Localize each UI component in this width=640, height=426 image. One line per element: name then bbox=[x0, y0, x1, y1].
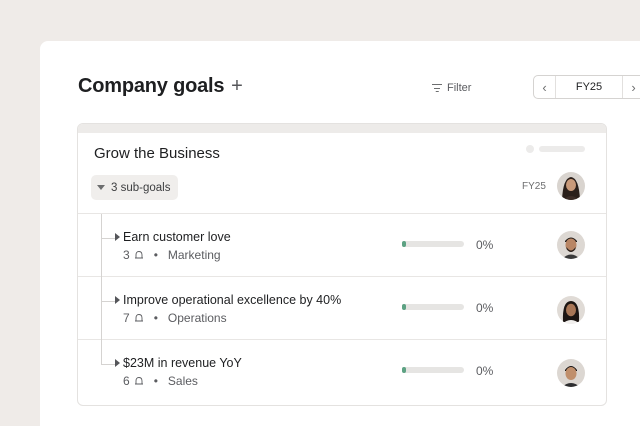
sub-goal-team: Operations bbox=[167, 311, 227, 325]
bell-icon bbox=[134, 377, 143, 385]
sub-goal-row[interactable]: Earn customer love 3 • Marketing 0% bbox=[78, 214, 606, 277]
progress-indicator bbox=[402, 241, 406, 247]
tree-line bbox=[101, 214, 102, 277]
tree-branch bbox=[101, 238, 115, 239]
previous-period-button[interactable]: ‹ bbox=[534, 76, 556, 98]
sub-goal-row[interactable]: $23M in revenue YoY 6 • Sales 0% bbox=[78, 340, 606, 403]
separator: • bbox=[153, 311, 158, 325]
loading-placeholder-bar bbox=[539, 146, 585, 152]
bell-icon bbox=[134, 251, 143, 259]
page-title: Company goals bbox=[78, 75, 225, 97]
progress-percent: 0% bbox=[476, 301, 494, 315]
subgoals-label: 3 sub-goals bbox=[111, 181, 171, 194]
avatar[interactable] bbox=[557, 359, 585, 387]
sub-goal-count: 3 bbox=[123, 248, 130, 262]
progress-bar bbox=[402, 304, 464, 310]
sub-goal-row[interactable]: Improve operational excellence by 40% 7 … bbox=[78, 277, 606, 340]
sub-goal-team: Marketing bbox=[167, 248, 221, 262]
separator: • bbox=[153, 374, 158, 388]
progress-percent: 0% bbox=[476, 364, 494, 378]
chevron-left-icon: ‹ bbox=[542, 79, 547, 95]
avatar[interactable] bbox=[557, 231, 585, 259]
sub-goal-meta: 3 • Marketing bbox=[123, 248, 221, 262]
parent-goal-title[interactable]: Grow the Business bbox=[94, 145, 220, 162]
sub-goal-count: 7 bbox=[123, 311, 130, 325]
add-goal-button[interactable]: + bbox=[228, 75, 246, 97]
loading-placeholder-dot bbox=[526, 145, 534, 153]
caret-right-icon[interactable] bbox=[115, 359, 120, 367]
chevron-right-icon: › bbox=[631, 79, 636, 95]
progress-percent: 0% bbox=[476, 238, 494, 252]
tree-line bbox=[101, 277, 102, 340]
filter-label: Filter bbox=[447, 82, 472, 94]
tree-branch bbox=[101, 364, 115, 365]
next-period-button[interactable]: › bbox=[622, 76, 640, 98]
filter-button[interactable]: Filter bbox=[432, 78, 471, 98]
progress-bar bbox=[402, 367, 464, 373]
sub-goal-title[interactable]: $23M in revenue YoY bbox=[123, 356, 242, 370]
sub-goal-meta: 6 • Sales bbox=[123, 374, 198, 388]
progress-indicator bbox=[402, 304, 406, 310]
period-value[interactable]: FY25 bbox=[556, 76, 622, 98]
parent-goal-period: FY25 bbox=[522, 181, 546, 192]
parent-goal[interactable]: Grow the Business 3 sub-goals FY25 bbox=[78, 133, 606, 214]
caret-down-icon bbox=[97, 185, 105, 190]
caret-right-icon[interactable] bbox=[115, 296, 120, 304]
avatar[interactable] bbox=[557, 172, 585, 200]
subgoals-toggle[interactable]: 3 sub-goals bbox=[91, 175, 179, 200]
page-header: Company goals + Filter ‹ FY25 › bbox=[78, 73, 640, 103]
avatar[interactable] bbox=[557, 296, 585, 324]
goals-panel: Company goals + Filter ‹ FY25 › Grow the… bbox=[40, 41, 640, 426]
filter-icon bbox=[432, 84, 442, 93]
period-selector: ‹ FY25 › bbox=[533, 75, 640, 99]
progress-indicator bbox=[402, 367, 406, 373]
goal-card: Grow the Business 3 sub-goals FY25 Earn … bbox=[77, 123, 607, 406]
tree-branch bbox=[101, 301, 115, 302]
progress-bar bbox=[402, 241, 464, 247]
separator: • bbox=[153, 248, 158, 262]
caret-right-icon[interactable] bbox=[115, 233, 120, 241]
card-header-strip bbox=[78, 124, 606, 133]
tree-line bbox=[101, 340, 102, 365]
sub-goal-meta: 7 • Operations bbox=[123, 311, 227, 325]
sub-goal-count: 6 bbox=[123, 374, 130, 388]
sub-goal-title[interactable]: Improve operational excellence by 40% bbox=[123, 293, 341, 307]
sub-goal-title[interactable]: Earn customer love bbox=[123, 230, 231, 244]
bell-icon bbox=[134, 314, 143, 322]
sub-goal-team: Sales bbox=[167, 374, 198, 388]
